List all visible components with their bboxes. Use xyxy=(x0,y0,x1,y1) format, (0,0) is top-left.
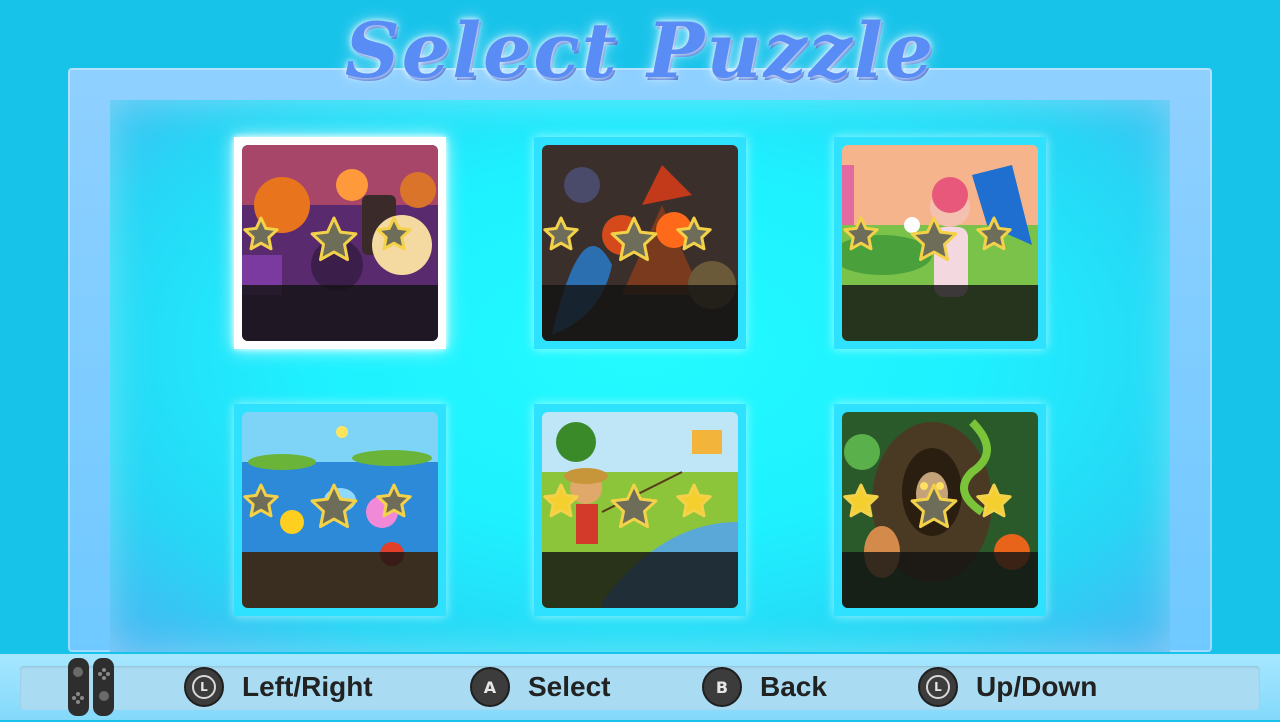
puzzle-tile-fishing[interactable] xyxy=(534,404,746,616)
left-stick-icon: L xyxy=(184,667,224,707)
left-stick-icon: L xyxy=(918,667,958,707)
star-filled-icon xyxy=(543,483,579,518)
star-rating xyxy=(242,216,438,341)
star-empty-icon xyxy=(310,483,358,529)
a-button-icon: A xyxy=(470,667,510,707)
hint-label-back: Back xyxy=(760,671,827,702)
hint-left-right: L Left/Right xyxy=(184,664,373,710)
hint-up-down: L Up/Down xyxy=(918,664,1097,710)
puzzle-image-fishing xyxy=(542,412,738,608)
star-rating xyxy=(542,216,738,341)
hint-label-left-right: Left/Right xyxy=(242,671,373,702)
star-filled-icon xyxy=(976,483,1013,518)
star-empty-icon xyxy=(543,216,579,251)
hint-select: A Select xyxy=(470,664,611,710)
star-filled-icon xyxy=(843,483,879,518)
star-empty-icon xyxy=(243,483,279,518)
puzzle-tile-forest[interactable] xyxy=(834,404,1046,616)
star-empty-icon xyxy=(910,483,958,529)
star-rating xyxy=(542,483,738,608)
star-empty-icon xyxy=(610,483,658,529)
hint-label-select: Select xyxy=(528,671,611,702)
page-title: Select Puzzle xyxy=(344,6,936,95)
star-rating xyxy=(842,216,1038,341)
b-button-icon: B xyxy=(702,667,742,707)
star-empty-icon xyxy=(376,483,413,518)
star-empty-icon xyxy=(610,216,658,262)
star-rating xyxy=(242,483,438,608)
star-empty-icon xyxy=(676,216,713,251)
puzzle-tile-dragon[interactable] xyxy=(534,137,746,349)
joycon-icon xyxy=(66,656,116,718)
puzzle-image-halloween xyxy=(242,145,438,341)
puzzle-tile-fairy[interactable] xyxy=(834,137,1046,349)
hint-back: B Back xyxy=(702,664,827,710)
puzzle-image-dragon xyxy=(542,145,738,341)
star-rating xyxy=(842,483,1038,608)
puzzle-tile-underwater[interactable] xyxy=(234,404,446,616)
star-filled-icon xyxy=(676,483,713,518)
star-empty-icon xyxy=(910,216,958,262)
hint-label-up-down: Up/Down xyxy=(976,671,1098,702)
puzzle-image-underwater xyxy=(242,412,438,608)
puzzle-image-fairy xyxy=(842,145,1038,341)
star-empty-icon xyxy=(243,216,279,251)
star-empty-icon xyxy=(843,216,879,251)
star-empty-icon xyxy=(976,216,1013,251)
puzzle-image-forest xyxy=(842,412,1038,608)
star-empty-icon xyxy=(376,216,413,251)
puzzle-tile-halloween[interactable] xyxy=(234,137,446,349)
star-empty-icon xyxy=(310,216,358,262)
